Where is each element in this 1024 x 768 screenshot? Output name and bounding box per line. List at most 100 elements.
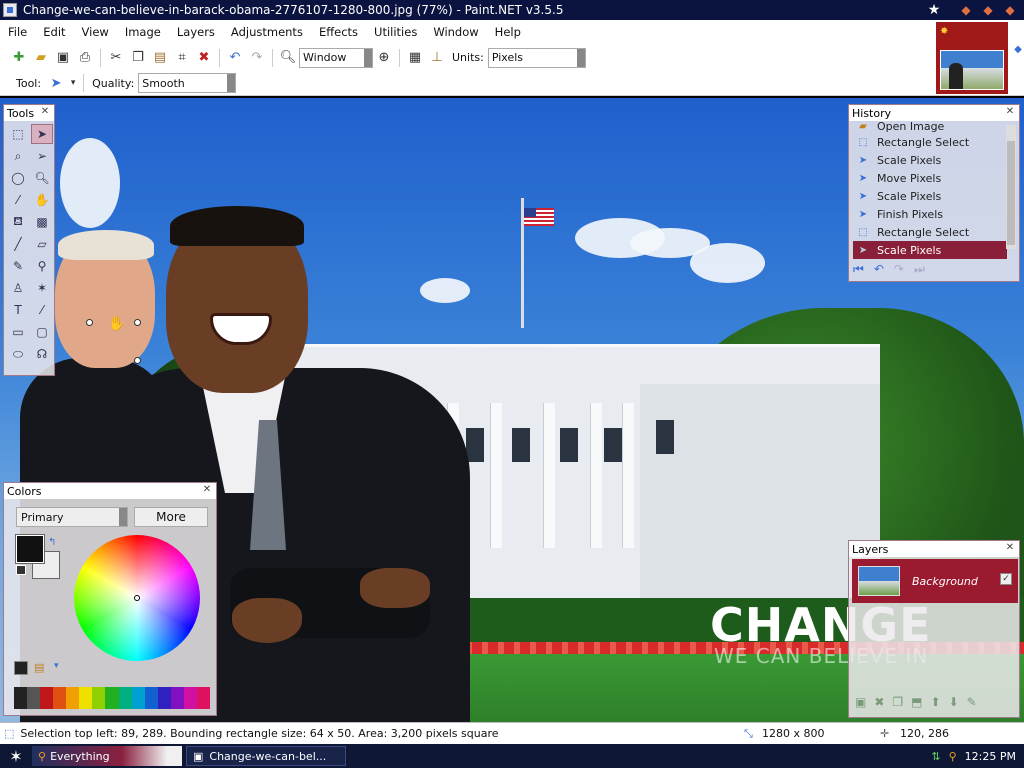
rewind-icon[interactable]: ⏮: [853, 262, 864, 277]
menu-view[interactable]: View: [74, 25, 117, 39]
palette-color-swatch[interactable]: [27, 687, 41, 709]
clock[interactable]: 12:25 PM: [965, 750, 1016, 763]
redo-icon[interactable]: ↷: [894, 262, 904, 277]
history-item[interactable]: ▰ Open Image: [853, 121, 1007, 133]
menu-utilities[interactable]: Utilities: [366, 25, 425, 39]
open-icon[interactable]: ▰: [30, 47, 52, 69]
magic-wand-icon[interactable]: ⁄: [7, 190, 29, 210]
recolor-icon[interactable]: ✶: [31, 278, 53, 298]
palette-options-icon[interactable]: ▤: [34, 661, 48, 675]
palette-color-swatch[interactable]: [92, 687, 106, 709]
pencil-icon[interactable]: ✎: [7, 256, 29, 276]
palette-color-swatch[interactable]: [53, 687, 67, 709]
chevron-down-icon[interactable]: ▾: [54, 661, 59, 675]
image-tabs-scroll-icon[interactable]: ◆: [1012, 44, 1024, 74]
reset-colors-icon[interactable]: [16, 565, 26, 575]
menu-edit[interactable]: Edit: [35, 25, 73, 39]
chevron-down-icon[interactable]: [364, 48, 372, 67]
palette-color-swatch[interactable]: [144, 687, 158, 709]
close-icon[interactable]: ✕: [1004, 106, 1016, 118]
quality-combo[interactable]: Smooth: [138, 73, 237, 93]
menu-help[interactable]: Help: [487, 25, 529, 39]
move-layer-down-icon[interactable]: ⬇: [949, 695, 959, 709]
history-item[interactable]: ➤ Finish Pixels: [853, 205, 1007, 223]
history-item[interactable]: ➤ Scale Pixels: [853, 187, 1007, 205]
selection-handle[interactable]: [134, 357, 141, 364]
close-icon[interactable]: ✕: [201, 484, 213, 496]
close-icon[interactable]: ✕: [39, 106, 51, 118]
merge-layer-down-icon[interactable]: ⬒: [911, 695, 922, 709]
swap-colors-icon[interactable]: ↰: [48, 537, 56, 548]
close-icon[interactable]: ✕: [1004, 542, 1016, 554]
image-tab-thumbnail[interactable]: ✸: [936, 22, 1008, 94]
zoom-in-icon[interactable]: ⊕: [373, 47, 395, 69]
zoom-icon[interactable]: 🔍︎: [31, 168, 53, 188]
palette-color-swatch[interactable]: [66, 687, 80, 709]
lasso-select-icon[interactable]: ⌕: [7, 146, 29, 166]
primary-color-swatch[interactable]: [15, 534, 45, 564]
crop-icon[interactable]: ⌗: [171, 47, 193, 69]
undo-icon[interactable]: ↶: [224, 47, 246, 69]
selection-handle[interactable]: [134, 319, 141, 326]
move-selection-icon[interactable]: ➤: [31, 124, 53, 144]
search-icon[interactable]: ⚲: [949, 750, 957, 763]
fast-forward-icon[interactable]: ⏭: [914, 262, 925, 277]
history-item[interactable]: ➤ Move Pixels: [853, 169, 1007, 187]
primary-secondary-select[interactable]: Primary: [16, 507, 128, 527]
clone-stamp-icon[interactable]: ♙: [7, 278, 29, 298]
palette-color-swatch[interactable]: [170, 687, 184, 709]
ellipse-select-icon[interactable]: ◯: [7, 168, 29, 188]
history-item-selected[interactable]: ➤ Scale Pixels: [853, 241, 1007, 259]
menu-file[interactable]: File: [0, 25, 35, 39]
palette-color-swatch[interactable]: [79, 687, 93, 709]
freeform-shape-icon[interactable]: ☊: [31, 344, 53, 364]
print-icon[interactable]: ⎙: [74, 47, 96, 69]
close-button[interactable]: ◆: [1002, 2, 1018, 18]
paste-icon[interactable]: ▤: [149, 47, 171, 69]
paintbrush-icon[interactable]: ╱: [7, 234, 29, 254]
history-scrollbar[interactable]: [1006, 125, 1016, 249]
rectangle-select-icon[interactable]: ⬚: [7, 124, 29, 144]
taskbar-item-paintnet[interactable]: ▣ Change-we-can-bel...: [186, 746, 346, 766]
copy-icon[interactable]: ❐: [127, 47, 149, 69]
zoom-out-icon[interactable]: 🔍︎: [277, 47, 299, 69]
minimize-button[interactable]: ◆: [958, 2, 974, 18]
palette-color-swatch[interactable]: [105, 687, 119, 709]
palette-color-swatch[interactable]: [131, 687, 145, 709]
move-selection-icon[interactable]: ➤: [45, 72, 67, 94]
scroll-thumb[interactable]: [1007, 141, 1015, 245]
menu-layers[interactable]: Layers: [169, 25, 223, 39]
zoom-combo[interactable]: Window: [299, 47, 373, 68]
menu-image[interactable]: Image: [117, 25, 169, 39]
units-combo[interactable]: Pixels: [487, 47, 586, 68]
eraser-icon[interactable]: ▱: [31, 234, 53, 254]
palette-color-swatch[interactable]: [14, 687, 28, 709]
network-icon[interactable]: ⇅: [931, 750, 940, 763]
menu-window[interactable]: Window: [425, 25, 486, 39]
delete-layer-icon[interactable]: ✖: [874, 695, 884, 709]
star-icon[interactable]: ★: [926, 2, 942, 18]
history-item[interactable]: ➤ Scale Pixels: [853, 151, 1007, 169]
grid-icon[interactable]: ▦: [404, 47, 426, 69]
layer-row[interactable]: Background ✓: [852, 559, 1018, 603]
rounded-rectangle-icon[interactable]: ▢: [31, 322, 53, 342]
rectangle-icon[interactable]: ▭: [7, 322, 29, 342]
palette-color-swatch[interactable]: [196, 687, 210, 709]
deselect-icon[interactable]: ✖: [193, 47, 215, 69]
chevron-down-icon[interactable]: [227, 74, 236, 92]
chevron-down-icon[interactable]: ▾: [67, 72, 79, 94]
duplicate-layer-icon[interactable]: ❐: [892, 695, 903, 709]
save-icon[interactable]: ▣: [52, 47, 74, 69]
palette-swatch-icon[interactable]: [14, 661, 28, 675]
gradient-icon[interactable]: ▩: [31, 212, 53, 232]
menu-effects[interactable]: Effects: [311, 25, 366, 39]
ruler-icon[interactable]: ⊥: [426, 47, 448, 69]
layer-properties-icon[interactable]: ✎: [967, 695, 977, 709]
menu-adjustments[interactable]: Adjustments: [223, 25, 311, 39]
pan-icon[interactable]: ✋: [31, 190, 53, 210]
move-selected-icon[interactable]: ➢: [31, 146, 53, 166]
ellipse-icon[interactable]: ⬭: [7, 344, 29, 364]
history-item[interactable]: ⬚ Rectangle Select: [853, 223, 1007, 241]
palette-color-swatch[interactable]: [118, 687, 132, 709]
chevron-down-icon[interactable]: [119, 508, 127, 526]
